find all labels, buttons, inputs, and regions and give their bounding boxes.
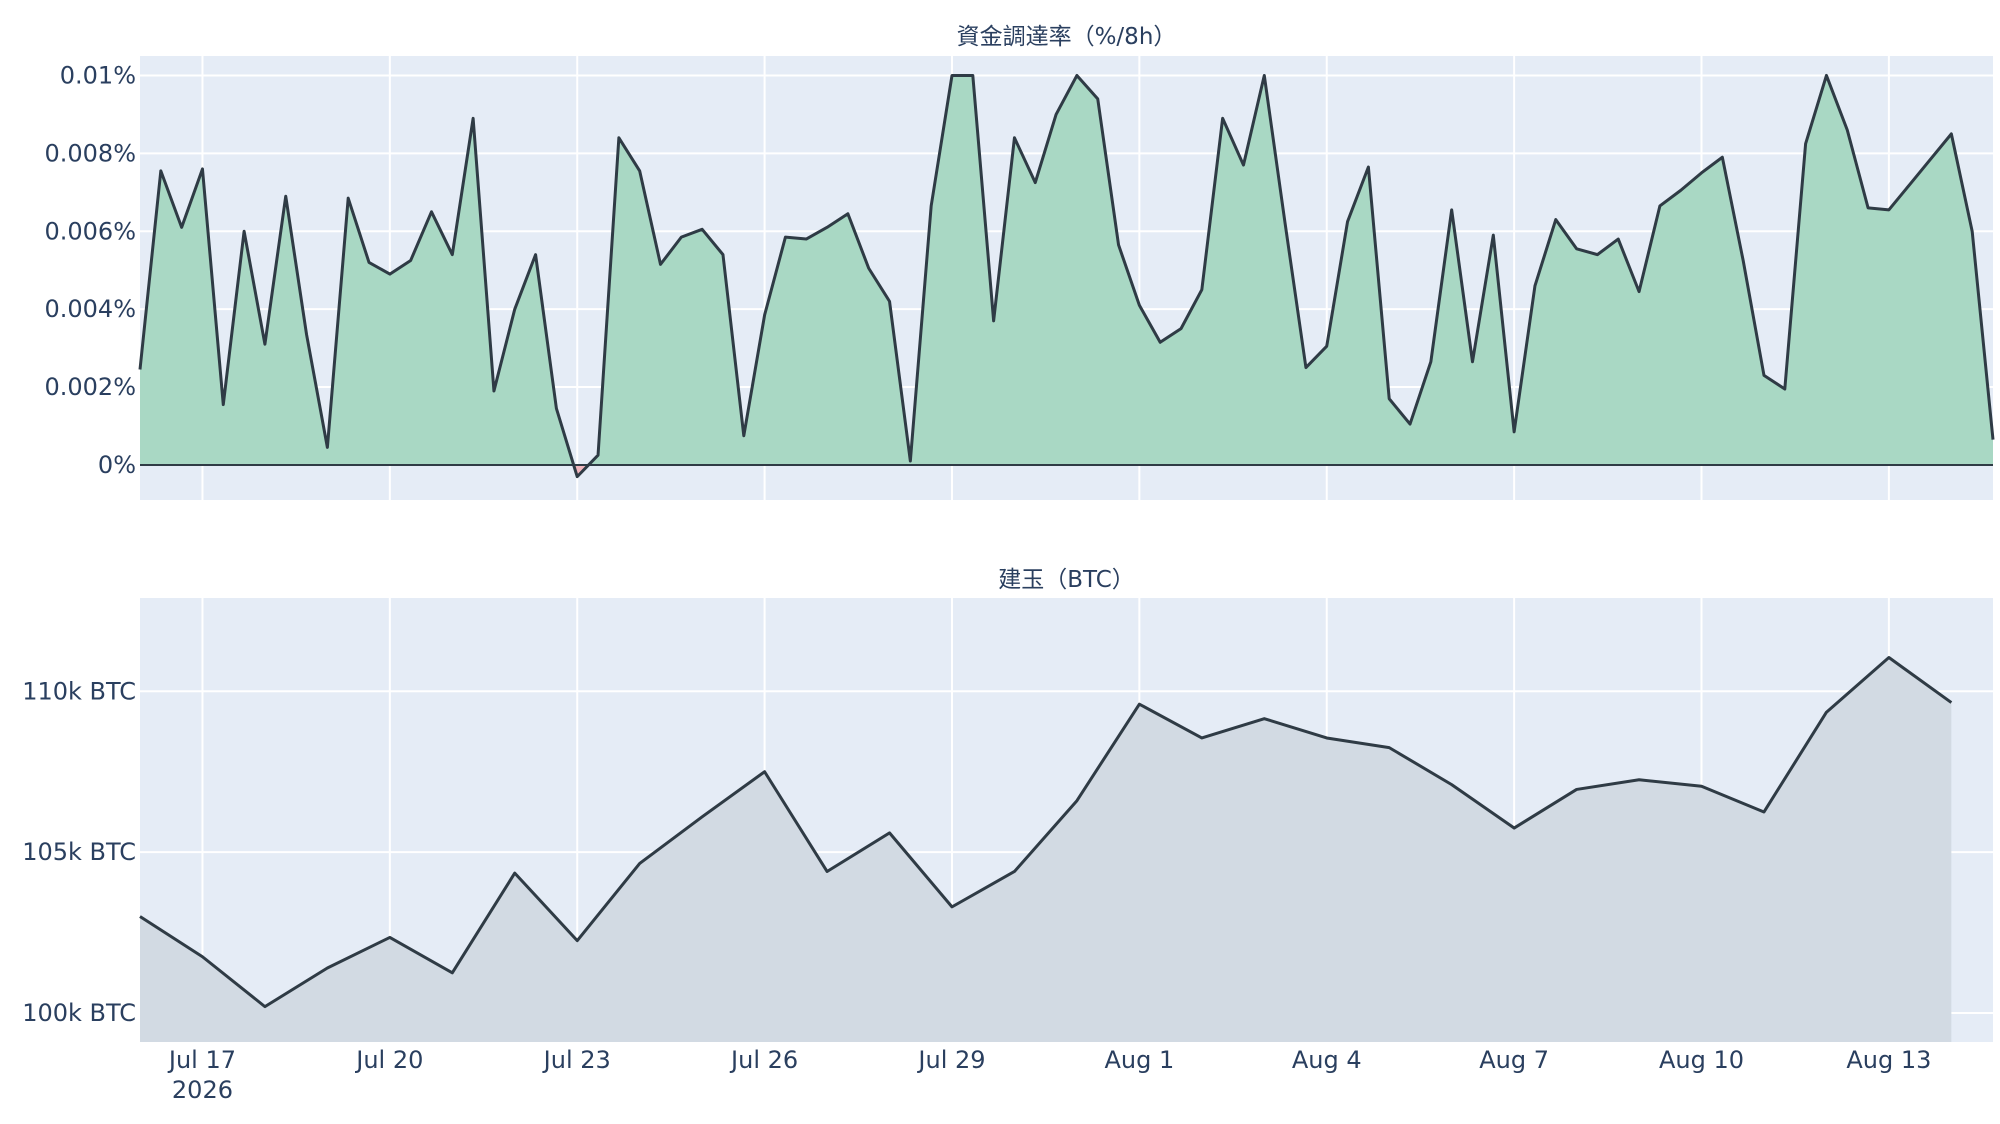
- x-tick-label: Aug 1: [1104, 1046, 1174, 1074]
- open-interest-title: 建玉（BTC）: [998, 567, 1135, 593]
- x-tick-label: Jul 29: [916, 1046, 985, 1074]
- x-tick-label: Jul 20: [354, 1046, 423, 1074]
- x-axis-year-label: 2026: [172, 1076, 233, 1104]
- open-interest-y-tick-label: 100k BTC: [22, 999, 136, 1027]
- funding-rate-y-tick-label: 0.008%: [44, 139, 136, 167]
- x-tick-label: Aug 13: [1846, 1046, 1931, 1074]
- x-tick-label: Aug 7: [1479, 1046, 1549, 1074]
- funding-rate-y-tick-label: 0%: [98, 451, 136, 479]
- funding-rate-y-ticks: 0% 0.002% 0.004% 0.006% 0.008% 0.01%: [44, 61, 136, 478]
- funding-rate-y-tick-label: 0.004%: [44, 295, 136, 323]
- x-tick-label: Jul 26: [729, 1046, 798, 1074]
- open-interest-y-tick-label: 105k BTC: [22, 838, 136, 866]
- chart-svg: 0% 0.002% 0.004% 0.006% 0.008% 0.01% 資金調達率（%/…: [0, 0, 2000, 1120]
- chart-figure: 0% 0.002% 0.004% 0.006% 0.008% 0.01% 資金調達率（%/…: [0, 0, 2000, 1120]
- funding-rate-panel: 0% 0.002% 0.004% 0.006% 0.008% 0.01% 資金調達率（%/…: [44, 24, 1993, 500]
- x-axis-ticks: Jul 17 Jul 20 Jul 23 Jul 26 Jul 29 Aug 1 Aug 4…: [167, 1046, 1932, 1074]
- x-tick-label: Aug 10: [1659, 1046, 1744, 1074]
- funding-rate-y-tick-label: 0.01%: [60, 61, 136, 89]
- open-interest-y-ticks: 100k BTC 105k BTC 110k BTC: [22, 677, 136, 1027]
- open-interest-y-tick-label: 110k BTC: [22, 677, 136, 705]
- x-tick-label: Jul 23: [542, 1046, 611, 1074]
- funding-rate-y-tick-label: 0.006%: [44, 217, 136, 245]
- x-tick-label: Jul 17: [167, 1046, 236, 1074]
- funding-rate-y-tick-label: 0.002%: [44, 373, 136, 401]
- open-interest-panel: 100k BTC 105k BTC 110k BTC 建玉（BTC）: [22, 567, 1993, 1042]
- x-tick-label: Aug 4: [1292, 1046, 1362, 1074]
- funding-rate-title: 資金調達率（%/8h）: [957, 24, 1177, 50]
